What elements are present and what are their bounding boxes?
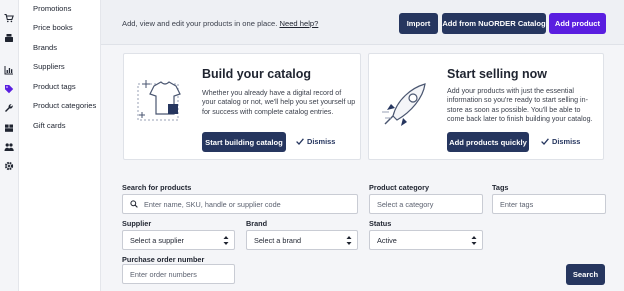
people-icon[interactable] bbox=[3, 141, 15, 153]
wrench-icon[interactable] bbox=[3, 102, 15, 114]
cart-icon[interactable] bbox=[3, 12, 15, 24]
search-input[interactable]: Enter name, SKU, handle or supplier code bbox=[122, 194, 358, 214]
start-building-catalog-button[interactable]: Start building catalog bbox=[202, 132, 286, 152]
subnav-item-product-tags[interactable]: Product tags bbox=[33, 82, 76, 91]
register-icon[interactable] bbox=[3, 32, 15, 44]
dismiss-catalog-label: Dismiss bbox=[307, 137, 336, 146]
build-catalog-body: Whether you already have a digital recor… bbox=[202, 89, 356, 116]
subnav-item-product-categories[interactable]: Product categories bbox=[33, 101, 96, 110]
page-header: Add, view and edit your products in one … bbox=[101, 0, 624, 45]
brand-label: Brand bbox=[246, 219, 268, 228]
add-from-nuorder-button[interactable]: Add from NuORDER Catalog bbox=[442, 13, 546, 34]
po-placeholder: Enter order numbers bbox=[130, 269, 197, 279]
start-selling-body: Add your products with just the essentia… bbox=[447, 87, 593, 124]
supplier-value: Select a supplier bbox=[130, 235, 184, 245]
dismiss-selling-button[interactable]: Dismiss bbox=[541, 137, 580, 146]
select-arrows-icon bbox=[471, 236, 477, 245]
need-help-link[interactable]: Need help? bbox=[279, 19, 318, 28]
dismiss-catalog-button[interactable]: Dismiss bbox=[296, 137, 335, 146]
start-selling-title: Start selling now bbox=[447, 67, 548, 81]
tags-placeholder: Enter tags bbox=[500, 199, 534, 209]
tags-label: Tags bbox=[492, 183, 509, 192]
store-icon[interactable] bbox=[3, 122, 15, 134]
main-content: Add, view and edit your products in one … bbox=[101, 0, 624, 291]
catalog-subnav: Promotions Price books Brands Suppliers … bbox=[19, 0, 101, 291]
subnav-item-suppliers[interactable]: Suppliers bbox=[33, 62, 65, 71]
check-icon bbox=[296, 138, 304, 145]
intro-message: Add, view and edit your products in one … bbox=[122, 19, 278, 28]
select-arrows-icon bbox=[346, 236, 352, 245]
build-catalog-title: Build your catalog bbox=[202, 67, 312, 81]
category-select[interactable]: Select a category bbox=[369, 194, 483, 214]
search-icon bbox=[130, 200, 138, 208]
import-button[interactable]: Import bbox=[399, 13, 438, 34]
subnav-item-promotions[interactable]: Promotions bbox=[33, 4, 71, 13]
po-input[interactable]: Enter order numbers bbox=[122, 264, 235, 284]
select-arrows-icon bbox=[223, 236, 229, 245]
subnav-item-price-books[interactable]: Price books bbox=[33, 23, 73, 32]
tshirt-illustration-icon bbox=[137, 80, 181, 121]
category-value: Select a category bbox=[377, 199, 434, 209]
build-catalog-card: Build your catalog Whether you already h… bbox=[123, 53, 361, 160]
search-button[interactable]: Search bbox=[566, 264, 605, 285]
add-products-quickly-button[interactable]: Add products quickly bbox=[447, 132, 529, 152]
rocket-illustration-icon bbox=[382, 83, 426, 126]
search-label: Search for products bbox=[122, 183, 192, 192]
subnav-item-gift-cards[interactable]: Gift cards bbox=[33, 121, 66, 130]
status-value: Active bbox=[377, 235, 397, 245]
dismiss-selling-label: Dismiss bbox=[552, 137, 581, 146]
brand-select[interactable]: Select a brand bbox=[246, 230, 358, 250]
category-label: Product category bbox=[369, 183, 430, 192]
search-placeholder: Enter name, SKU, handle or supplier code bbox=[144, 199, 281, 209]
chart-icon[interactable] bbox=[3, 64, 15, 76]
subnav-item-brands[interactable]: Brands bbox=[33, 43, 57, 52]
start-selling-card: Start selling now Add your products with… bbox=[368, 53, 604, 160]
po-label: Purchase order number bbox=[122, 255, 205, 264]
tag-icon[interactable] bbox=[3, 83, 15, 95]
supplier-label: Supplier bbox=[122, 219, 152, 228]
brand-value: Select a brand bbox=[254, 235, 302, 245]
status-label: Status bbox=[369, 219, 392, 228]
add-product-button[interactable]: Add product bbox=[549, 13, 606, 34]
supplier-select[interactable]: Select a supplier bbox=[122, 230, 235, 250]
check-icon bbox=[541, 138, 549, 145]
gear-icon[interactable] bbox=[3, 160, 15, 172]
status-select[interactable]: Active bbox=[369, 230, 483, 250]
intro-text: Add, view and edit your products in one … bbox=[122, 19, 318, 28]
icon-rail bbox=[0, 0, 19, 291]
tags-input[interactable]: Enter tags bbox=[492, 194, 606, 214]
